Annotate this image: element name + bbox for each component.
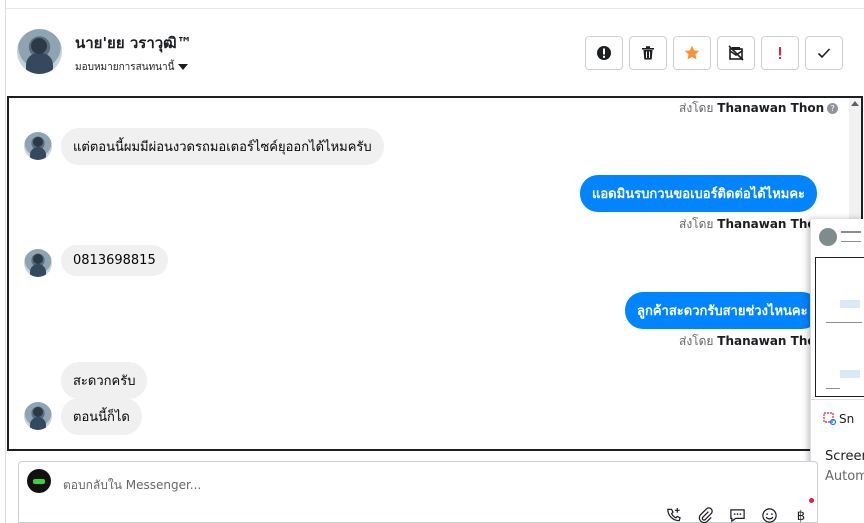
paperclip-icon	[698, 506, 713, 523]
screenshot-notification-popup[interactable]: Sn Screen Autom	[810, 219, 864, 523]
thumbnail-text-line	[841, 231, 861, 233]
priority-button[interactable]	[761, 36, 799, 70]
incoming-message[interactable]: สะดวกครับ	[61, 362, 148, 399]
snipping-tool-icon	[823, 412, 837, 426]
sender-label: ส่งโดย Thanawan Thon?	[679, 99, 839, 118]
app-label: Sn	[839, 412, 855, 426]
trash-icon	[642, 46, 654, 60]
thumbnail-bubble	[840, 300, 860, 308]
contact-avatar[interactable]	[17, 29, 62, 74]
sender-name: Thanawan Thon	[717, 334, 825, 348]
left-panel-edge	[0, 0, 7, 523]
emoji-button[interactable]	[760, 506, 778, 523]
done-button[interactable]	[805, 36, 843, 70]
red-exclamation-icon	[779, 47, 781, 59]
popup-subtitle: Autom	[825, 469, 864, 484]
page-logo	[27, 469, 51, 493]
incoming-message[interactable]: แต่ตอนนี้ผมมีผ่อนงวดรถมอเตอร์ไซค์ยุออกได…	[61, 128, 384, 165]
popup-divider	[811, 399, 864, 400]
assign-label: มอบหมายการสนทนานี้	[75, 62, 175, 73]
caret-down-icon	[178, 64, 189, 70]
contact-avatar-small[interactable]	[24, 402, 52, 430]
star-icon	[684, 45, 700, 60]
scroll-up-arrow-icon[interactable]	[851, 101, 859, 106]
sender-label: ส่งโดย Thanawan Thon	[679, 332, 824, 351]
incoming-message[interactable]: 0813698815	[61, 245, 168, 276]
sender-prefix: ส่งโดย	[679, 334, 714, 348]
exclamation-circle-icon	[597, 46, 611, 60]
smiley-icon	[761, 507, 777, 523]
trash-button[interactable]	[629, 36, 667, 70]
outgoing-message[interactable]: ลูกค้าสะดวกรับสายช่วงไหนคะ	[625, 292, 820, 329]
sender-name: Thanawan Thon	[717, 217, 825, 231]
conversation-toolbar	[585, 36, 843, 70]
thumbnail-text-line	[841, 241, 861, 242]
contact-avatar-small[interactable]	[24, 132, 52, 160]
call-button[interactable]	[664, 506, 682, 523]
contact-avatar-small[interactable]	[24, 249, 52, 277]
incoming-message[interactable]: ตอนนี้ก็ได	[61, 398, 142, 435]
payment-button[interactable]: ฿	[792, 506, 810, 523]
saved-replies-button[interactable]	[728, 506, 746, 523]
conversation-header: นาย'ยย วราวุฒิ™ มอบหมายการสนทนานี้	[7, 9, 864, 95]
reply-composer[interactable]: ตอบกลับใน Messenger... ฿	[18, 461, 818, 523]
thumbnail-text-line	[826, 388, 840, 389]
contact-name[interactable]: นาย'ยย วราวุฒิ™	[75, 31, 192, 55]
sender-prefix: ส่งโดย	[679, 217, 714, 231]
info-button[interactable]	[585, 36, 623, 70]
snipping-tool-app: Sn	[823, 412, 855, 426]
thumbnail-text-line	[826, 322, 862, 323]
assign-conversation-dropdown[interactable]: มอบหมายการสนทนานี้	[75, 60, 189, 75]
thumbnail-avatar	[819, 228, 837, 246]
question-icon[interactable]: ?	[827, 103, 839, 114]
star-button[interactable]	[673, 36, 711, 70]
left-divider	[5, 0, 6, 523]
mark-spam-button[interactable]	[717, 36, 755, 70]
popup-title: Screen	[825, 449, 864, 464]
thumbnail-bubble	[840, 370, 860, 378]
chat-bubble-icon	[729, 508, 745, 522]
composer-toolbar: ฿	[664, 506, 810, 523]
reply-input[interactable]: ตอบกลับใน Messenger...	[63, 476, 201, 495]
phone-plus-icon	[666, 507, 681, 521]
svg-text:฿: ฿	[796, 509, 804, 523]
messenger-inbox-page: นาย'ยย วราวุฒิ™ มอบหมายการสนทนานี้ ส่งโด…	[0, 0, 864, 523]
sender-name: Thanawan Thon	[717, 101, 825, 115]
envelope-slash-icon	[728, 45, 744, 61]
notification-dot	[809, 498, 814, 503]
sender-prefix: ส่งโดย	[679, 101, 714, 115]
baht-icon: ฿	[796, 509, 804, 523]
attach-button[interactable]	[696, 506, 714, 523]
outgoing-message[interactable]: แอดมินรบกวนขอเบอร์ติดต่อได้ไหมคะ	[580, 175, 818, 212]
check-icon	[817, 48, 831, 59]
message-thread[interactable]: ส่งโดย Thanawan Thon? แต่ตอนนี้ผมมีผ่อนง…	[7, 96, 863, 451]
screenshot-thumbnail[interactable]	[815, 257, 864, 397]
